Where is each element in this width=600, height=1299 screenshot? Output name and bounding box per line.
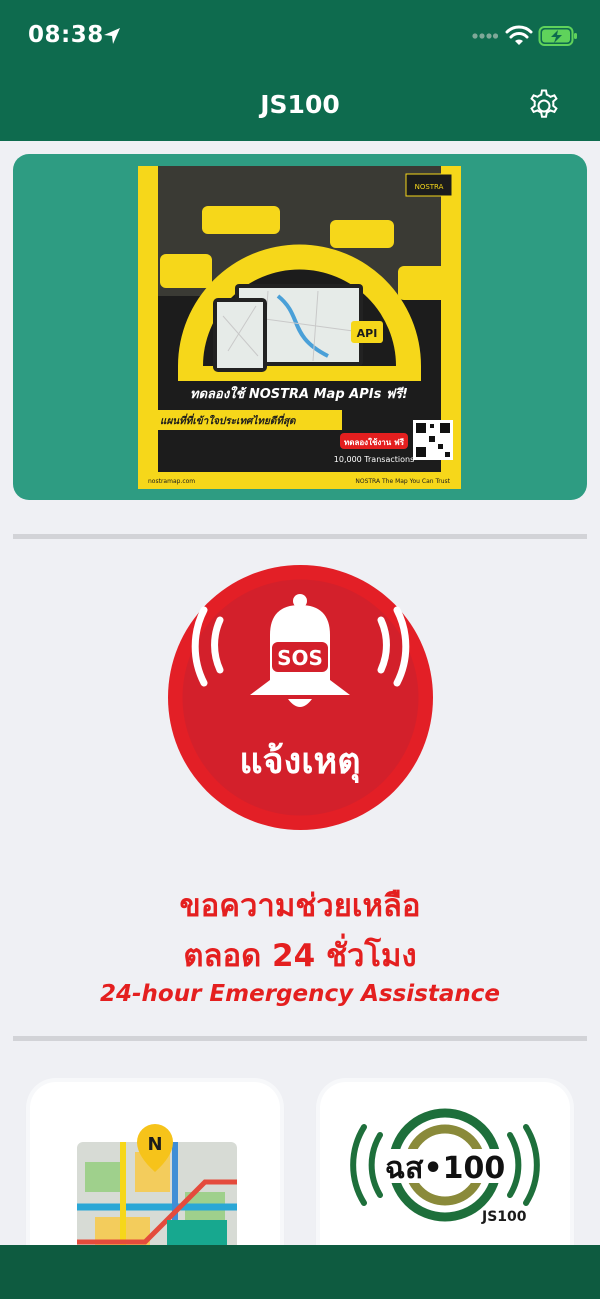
status-time: 08:38	[28, 22, 104, 48]
banner-footer-right: NOSTRA The Map You Can Trust	[355, 478, 450, 485]
gear-icon[interactable]	[526, 88, 562, 124]
banner-headline: ทดลองใช้ NOSTRA Map APIs ฟรี!	[190, 386, 408, 402]
sos-button[interactable]: SOS แจ้งเหตุ	[168, 565, 433, 830]
battery-charging-icon	[538, 26, 577, 46]
sos-label: แจ้งเหตุ	[239, 741, 360, 784]
wifi-icon	[505, 25, 533, 45]
page-title: JS100	[260, 90, 340, 119]
js100-small-label: JS100	[482, 1209, 527, 1225]
sos-badge: SOS	[277, 646, 323, 670]
top-header: 08:38 JS100	[0, 0, 600, 141]
banner-transactions: 10,000 Transactions	[334, 455, 414, 464]
location-arrow-icon	[104, 28, 120, 44]
banner-trial: ทดลองใช้งาน ฟรี	[344, 437, 405, 447]
api-badge: API	[357, 327, 378, 340]
banner-subline: แผนที่ที่เข้าใจประเทศไทยดีที่สุด	[160, 413, 297, 427]
help-line-2: ตลอด 24 ชั่วโมง	[183, 938, 417, 974]
banner-footer-left: nostramap.com	[148, 478, 195, 485]
nostra-ad-image[interactable]: API NOSTRA ทดลองใช้ NOSTRA Map APIs ฟรี!…	[138, 166, 461, 489]
ad-banner[interactable]: API NOSTRA ทดลองใช้ NOSTRA Map APIs ฟรี!…	[13, 154, 587, 500]
signal-dots-icon	[472, 33, 498, 39]
help-line-1: ขอความช่วยเหลือ	[179, 888, 421, 924]
section-divider	[13, 1036, 587, 1041]
bottom-bar	[0, 1245, 600, 1299]
section-divider	[13, 534, 587, 539]
banner-brand: NOSTRA	[415, 183, 444, 191]
map-pin-letter: N	[147, 1134, 162, 1155]
help-line-english: 24-hour Emergency Assistance	[99, 981, 501, 1007]
js100-logo-text: ฉส•100	[385, 1151, 506, 1186]
